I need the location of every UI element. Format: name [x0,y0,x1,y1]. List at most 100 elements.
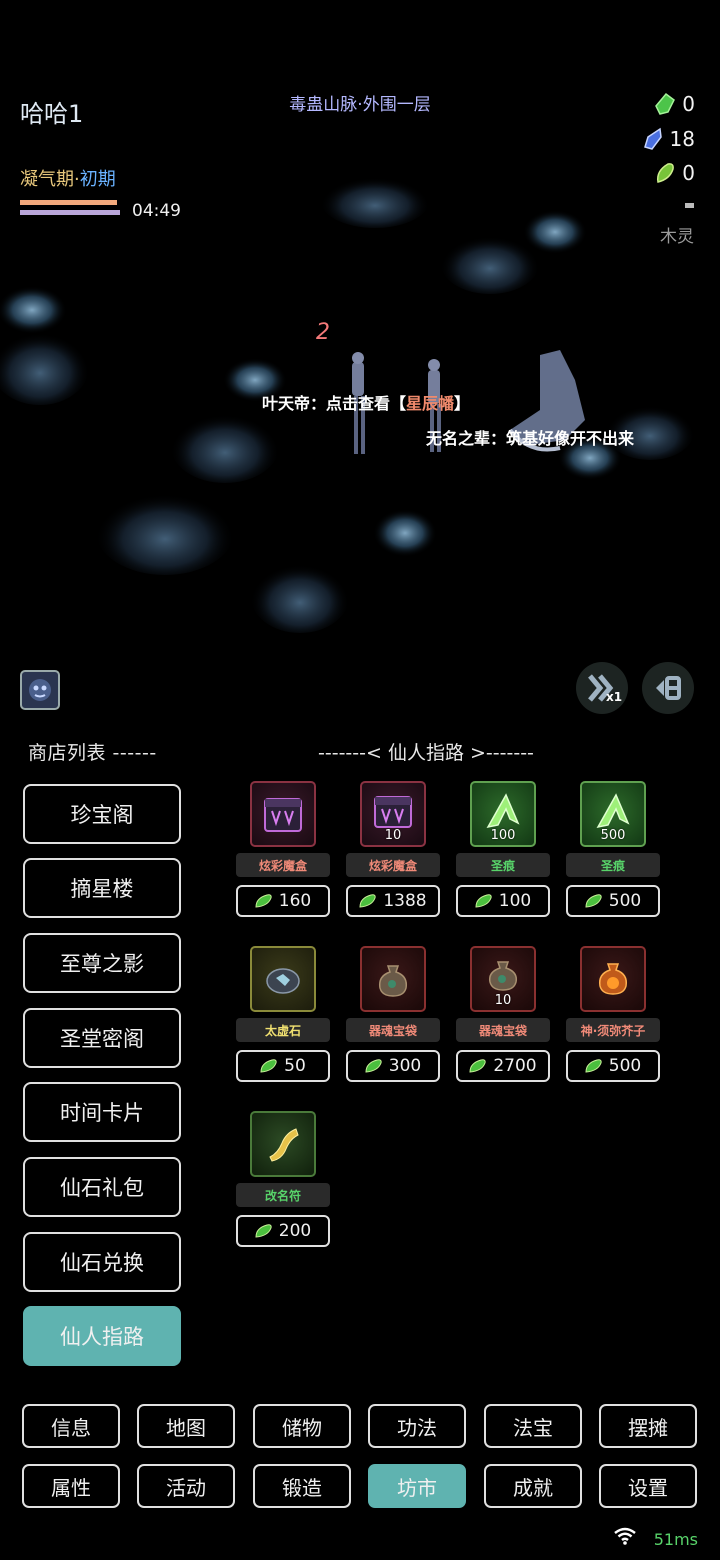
cultivation-realm: 凝气期·初期 [20,165,116,191]
auto-battle-icon [656,676,681,700]
spirit-root-indicator [685,203,694,208]
shrub [250,557,350,633]
divine-bag-icon [580,946,646,1012]
shop-panel-title: -------< 仙人指路 >------- [318,742,534,764]
item-name: 器魂宝袋 [346,1018,440,1042]
shop-button-supreme-shadow[interactable]: 至尊之影 [23,933,181,993]
chat-item-link[interactable]: 星辰幡 [406,394,454,413]
nav-settings[interactable]: 设置 [599,1464,697,1508]
holy-mark-icon: 100 [470,781,536,847]
shop-button-holy-hall[interactable]: 圣堂密阁 [23,1008,181,1068]
soul-bag-icon [360,946,426,1012]
item-price-button[interactable]: 160 [236,885,330,917]
item-name: 改名符 [236,1183,330,1207]
holy-mark-icon: 500 [580,781,646,847]
item-quantity: 10 [494,993,512,1008]
item-name: 圣痕 [456,853,550,877]
nav-map[interactable]: 地图 [137,1404,235,1448]
nav-info[interactable]: 信息 [22,1404,120,1448]
auto-battle-button[interactable] [642,662,694,714]
item-price: 1388 [383,891,427,911]
currency-blue-spirit-stone: 18 [642,124,695,154]
mp-bar [20,210,120,215]
nav-market[interactable]: 坊市 [368,1464,466,1508]
damage-number: 2 [316,320,330,345]
slime-monster [523,210,587,254]
item-quantity: 100 [490,828,516,843]
boss-button[interactable] [20,670,60,710]
item-price-button[interactable]: 2700 [456,1050,550,1082]
chat-message-1[interactable]: 叶天帝：点击查看【星辰幡】 [262,390,470,414]
shrub [170,407,280,483]
realm-name: 凝气期 [20,169,74,190]
item-price-button[interactable]: 500 [566,885,660,917]
hp-bar [20,200,117,205]
leaf-stone-icon [475,894,492,908]
slime-monster [0,286,67,334]
nav-storage[interactable]: 储物 [253,1404,351,1448]
shrub [95,485,235,575]
item-price: 160 [278,891,312,911]
item-price: 500 [608,891,642,911]
shrub [320,172,430,228]
item-price-button[interactable]: 50 [236,1050,330,1082]
nav-events[interactable]: 活动 [137,1464,235,1508]
shrub [0,325,90,405]
leaf-stone-icon [255,1224,272,1238]
leaf-stone-icon [260,1059,277,1073]
item-quantity: 500 [600,828,626,843]
item-price-button[interactable]: 500 [566,1050,660,1082]
item-price-button[interactable]: 1388 [346,885,440,917]
item-price-button[interactable]: 300 [346,1050,440,1082]
item-name: 圣痕 [566,853,660,877]
nav-stall[interactable]: 摆摊 [599,1404,697,1448]
item-price: 2700 [493,1056,537,1076]
item-price-button[interactable]: 100 [456,885,550,917]
item-price: 100 [498,891,532,911]
leaf-stone-icon [255,894,272,908]
item-price-button[interactable]: 200 [236,1215,330,1247]
shop-button-stone-pack[interactable]: 仙石礼包 [23,1157,181,1217]
rename-talisman-icon [250,1111,316,1177]
nav-forge[interactable]: 锻造 [253,1464,351,1508]
timer: 04:49 [132,201,181,221]
chat-text: 】 [454,394,471,413]
item-name: 器魂宝袋 [456,1018,550,1042]
currency-green-spirit-stone: 0 [654,89,695,119]
leaf-stone-icon [359,894,377,908]
shop-button-stone-exchange[interactable]: 仙石兑换 [23,1232,181,1292]
spirit-root-label: 木灵 [660,227,694,247]
shop-button-time-card[interactable]: 时间卡片 [23,1082,181,1142]
nav-achievements[interactable]: 成就 [484,1464,582,1508]
slime-monster [373,509,437,557]
shop-button-treasure-pavilion[interactable]: 珍宝阁 [23,784,181,844]
network-latency: 51ms [653,1530,698,1549]
shop-button-star-tower[interactable]: 摘星楼 [23,858,181,918]
game-scene[interactable]: 哈哈1 毒蛊山脉·外围一层 凝气期·初期 04:49 0 18 0 木灵 2 叶… [0,0,720,660]
speed-button[interactable]: x1 [576,662,628,714]
item-quantity: 10 [384,828,402,843]
nav-attributes[interactable]: 属性 [22,1464,120,1508]
item-price: 200 [278,1221,312,1241]
blue-spirit-stone-icon [643,127,662,150]
location-title: 毒蛊山脉·外围一层 [289,95,431,115]
demon-face-icon [29,679,51,701]
shop-button-immortal-guide[interactable]: 仙人指路 [23,1306,181,1366]
void-stone-icon [250,946,316,1012]
item-name: 炫彩魔盒 [236,853,330,877]
nav-artifacts[interactable]: 法宝 [484,1404,582,1448]
currency-value: 0 [682,92,695,116]
currency-value: 18 [669,127,695,151]
currency-value: 0 [682,161,695,185]
nav-skills[interactable]: 功法 [368,1404,466,1448]
chat-text: 叶天帝：点击查看【 [262,394,407,413]
soul-bag-icon: 10 [470,946,536,1012]
wifi-icon [614,1527,636,1545]
magic-box-icon [250,781,316,847]
green-spirit-stone-icon [655,92,676,115]
currency-green-leaf-stone: 0 [654,158,695,188]
speed-label: x1 [606,690,623,704]
item-price: 300 [388,1056,422,1076]
realm-stage: 初期 [79,169,116,190]
shop-list-title: 商店列表 ------ [28,742,157,764]
